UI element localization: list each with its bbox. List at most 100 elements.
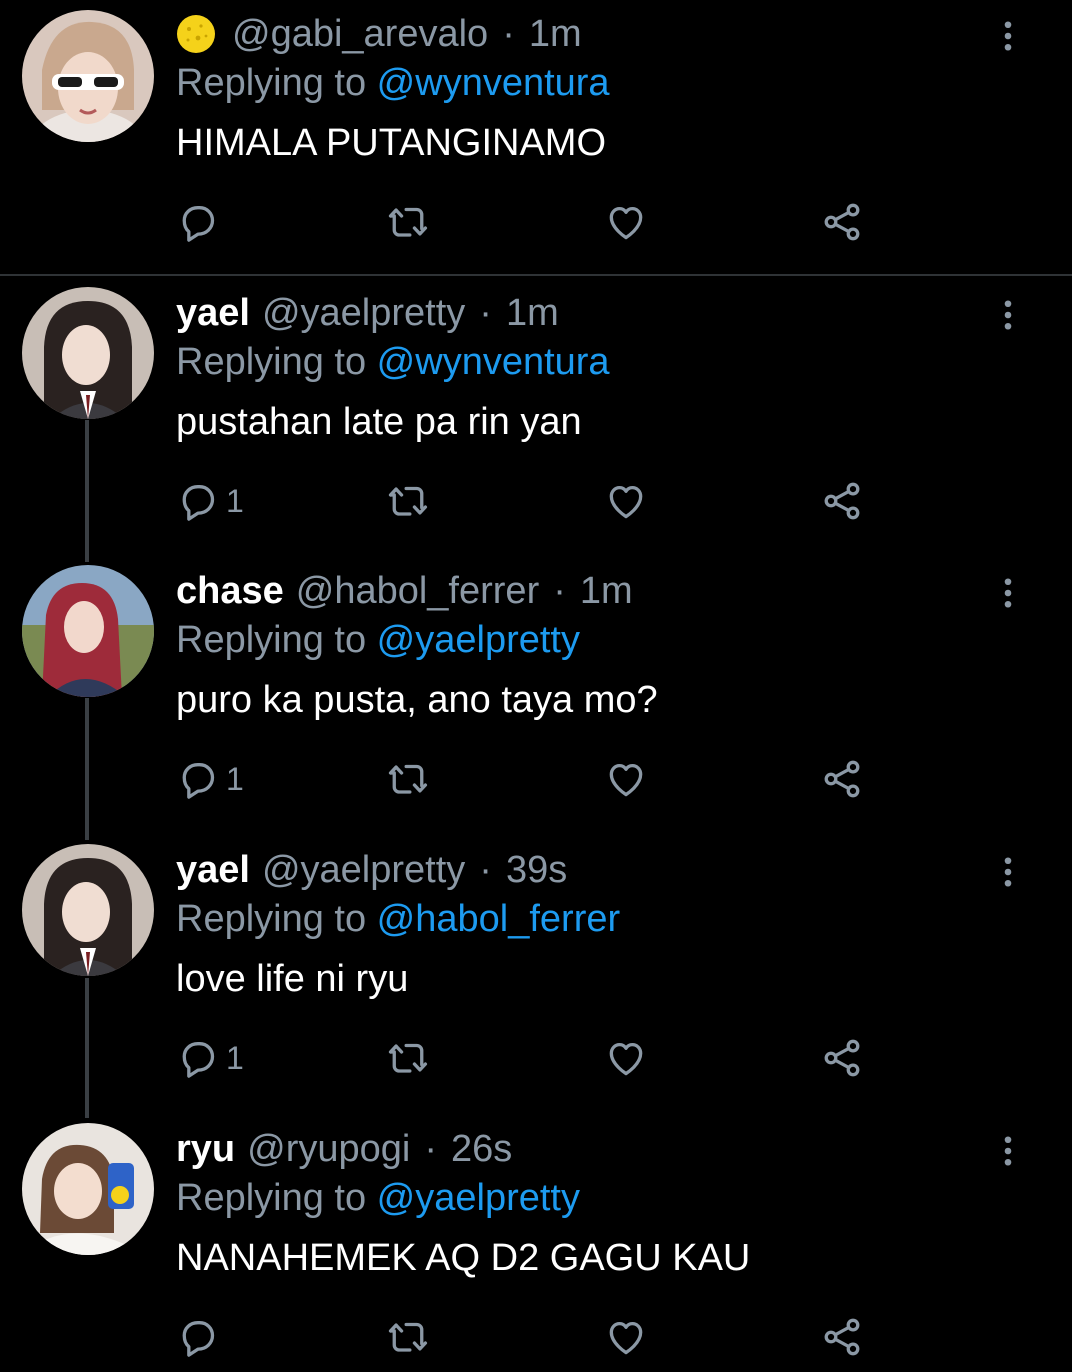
more-vertical-icon[interactable] <box>990 1131 1026 1171</box>
reply-button[interactable] <box>176 1315 226 1359</box>
thread-connector-line <box>85 978 89 1118</box>
heart-icon <box>604 1036 648 1080</box>
retweet-icon <box>386 757 430 801</box>
share-icon <box>820 1036 864 1080</box>
tweet-text: puro ka pusta, ano taya mo? <box>176 679 658 721</box>
more-vertical-icon[interactable] <box>990 852 1026 892</box>
replying-to: Replying to @yaelpretty <box>176 1177 580 1220</box>
share-button[interactable] <box>820 1315 864 1359</box>
replying-prefix: Replying to <box>176 62 377 104</box>
retweet-button[interactable] <box>386 200 430 244</box>
share-icon <box>820 200 864 244</box>
reply-count: 1 <box>226 1039 244 1076</box>
share-button[interactable] <box>820 200 864 244</box>
share-button[interactable] <box>820 1036 864 1080</box>
avatar[interactable] <box>22 565 154 697</box>
separator-dot: · <box>479 291 492 334</box>
timestamp[interactable]: 1m <box>529 13 582 56</box>
share-icon <box>820 479 864 523</box>
display-name[interactable]: ryu <box>176 1128 235 1171</box>
reply-count: 1 <box>226 760 244 797</box>
reply-icon <box>176 1315 220 1359</box>
retweet-button[interactable] <box>386 757 430 801</box>
display-name[interactable]: chase <box>176 570 284 613</box>
tweet-actions: 1 <box>176 479 876 523</box>
share-icon <box>820 1315 864 1359</box>
tweet-actions <box>176 200 876 244</box>
replying-prefix: Replying to <box>176 1177 377 1219</box>
tweet-text: NANAHEMEK AQ D2 GAGU KAU <box>176 1237 751 1279</box>
retweet-button[interactable] <box>386 479 430 523</box>
thread-connector-line <box>85 698 89 840</box>
retweet-icon <box>386 1036 430 1080</box>
tweet-text: HIMALA PUTANGINAMO <box>176 122 607 164</box>
separator-dot: · <box>479 848 492 891</box>
share-button[interactable] <box>820 757 864 801</box>
reply-button[interactable] <box>176 200 226 244</box>
mention-link[interactable]: @wynventura <box>377 62 610 104</box>
retweet-button[interactable] <box>386 1315 430 1359</box>
mention-link[interactable]: @wynventura <box>377 341 610 383</box>
tweet-actions <box>176 1315 876 1359</box>
reply-icon <box>176 757 220 801</box>
like-button[interactable] <box>604 1315 648 1359</box>
user-handle[interactable]: @gabi_arevalo <box>232 13 488 56</box>
heart-icon <box>604 479 648 523</box>
more-vertical-icon[interactable] <box>990 295 1026 335</box>
like-button[interactable] <box>604 757 648 801</box>
tweet-header: ryu @ryupogi · 26s <box>176 1125 512 1173</box>
timestamp[interactable]: 39s <box>506 849 567 892</box>
share-icon <box>820 757 864 801</box>
separator-dot: · <box>502 12 515 55</box>
divider <box>0 274 1072 276</box>
replying-to: Replying to @wynventura <box>176 341 610 384</box>
reply-icon <box>176 479 220 523</box>
yellow-circle-emoji-icon <box>176 14 216 54</box>
reply-button[interactable]: 1 <box>176 479 244 523</box>
reply-button[interactable]: 1 <box>176 1036 244 1080</box>
display-name[interactable]: yael <box>176 849 250 892</box>
mention-link[interactable]: @yaelpretty <box>377 1177 580 1219</box>
avatar[interactable] <box>22 10 154 142</box>
more-vertical-icon[interactable] <box>990 573 1026 613</box>
replying-prefix: Replying to <box>176 898 377 940</box>
tweet-header: @gabi_arevalo · 1m <box>176 10 582 58</box>
display-name[interactable]: yael <box>176 292 250 335</box>
user-handle[interactable]: @yaelpretty <box>262 292 465 335</box>
tweet-header: chase @habol_ferrer · 1m <box>176 567 633 615</box>
separator-dot: · <box>553 569 566 612</box>
heart-icon <box>604 1315 648 1359</box>
timestamp[interactable]: 1m <box>580 570 633 613</box>
timestamp[interactable]: 1m <box>506 292 559 335</box>
mention-link[interactable]: @habol_ferrer <box>377 898 620 940</box>
replying-to: Replying to @yaelpretty <box>176 619 580 662</box>
timestamp[interactable]: 26s <box>451 1128 512 1171</box>
avatar[interactable] <box>22 287 154 419</box>
avatar[interactable] <box>22 844 154 976</box>
tweet-text: love life ni ryu <box>176 958 409 1000</box>
share-button[interactable] <box>820 479 864 523</box>
tweet-text: pustahan late pa rin yan <box>176 401 582 443</box>
like-button[interactable] <box>604 1036 648 1080</box>
mention-link[interactable]: @yaelpretty <box>377 619 580 661</box>
reply-icon <box>176 1036 220 1080</box>
retweet-button[interactable] <box>386 1036 430 1080</box>
retweet-icon <box>386 479 430 523</box>
heart-icon <box>604 757 648 801</box>
reply-icon <box>176 200 220 244</box>
thread-connector-line <box>85 420 89 562</box>
reply-count: 1 <box>226 482 244 519</box>
reply-button[interactable]: 1 <box>176 757 244 801</box>
user-handle[interactable]: @ryupogi <box>247 1128 410 1171</box>
replying-to: Replying to @wynventura <box>176 62 610 105</box>
tweet-actions: 1 <box>176 1036 876 1080</box>
user-handle[interactable]: @habol_ferrer <box>296 570 539 613</box>
more-vertical-icon[interactable] <box>990 16 1026 56</box>
tweet-actions: 1 <box>176 757 876 801</box>
heart-icon <box>604 200 648 244</box>
user-handle[interactable]: @yaelpretty <box>262 849 465 892</box>
like-button[interactable] <box>604 200 648 244</box>
like-button[interactable] <box>604 479 648 523</box>
avatar[interactable] <box>22 1123 154 1255</box>
retweet-icon <box>386 200 430 244</box>
